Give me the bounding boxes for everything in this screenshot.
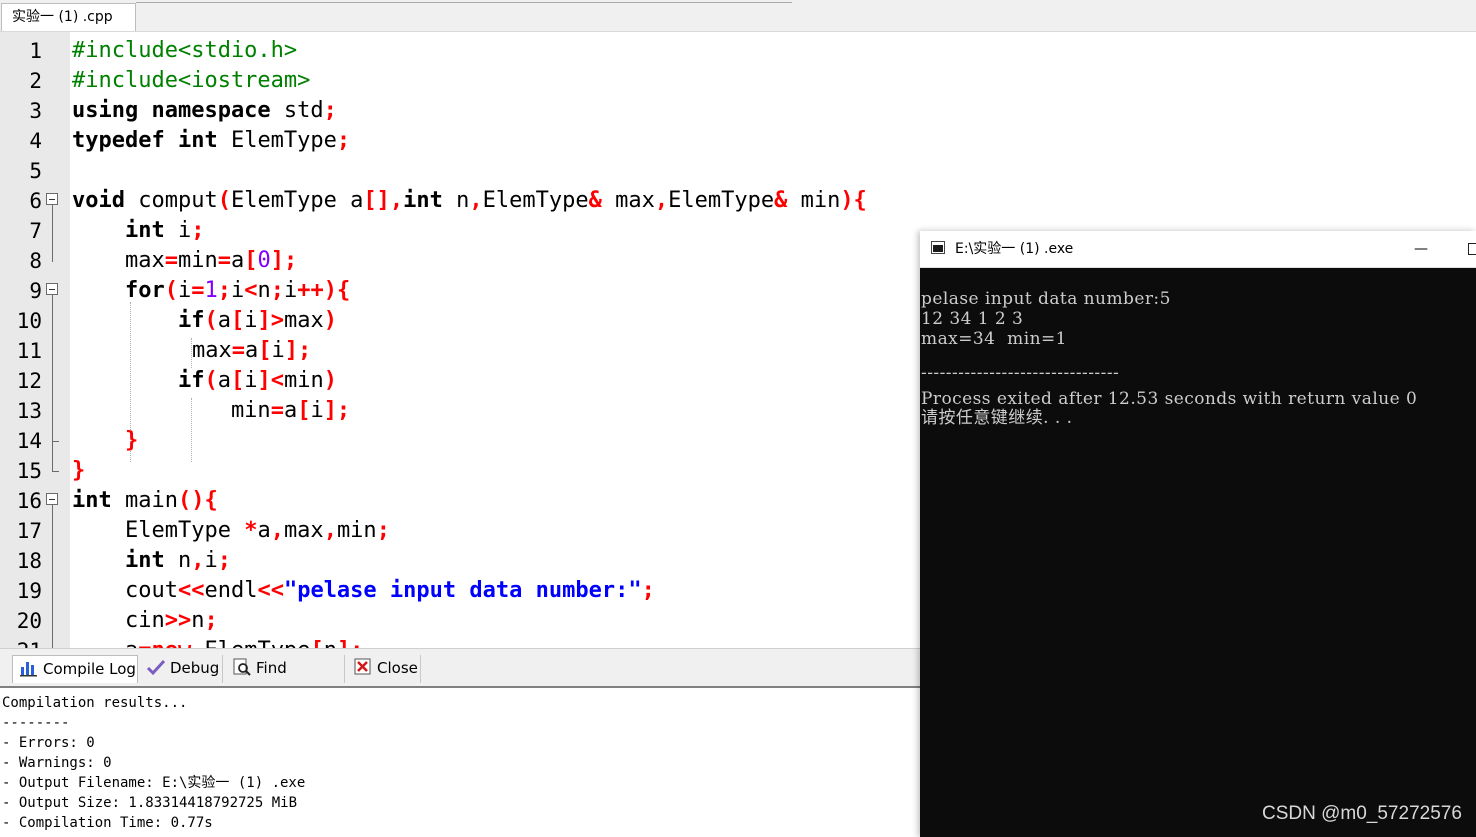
- fold-line: [52, 205, 53, 262]
- log-line: - Output Filename: E:\实验一 (1) .exe: [2, 775, 306, 791]
- find-icon: [233, 658, 251, 676]
- code-line: typedef int ElemType;: [72, 128, 351, 153]
- tab-close[interactable]: Close: [347, 655, 421, 683]
- file-tab[interactable]: 实验一 (1) .cpp: [1, 3, 136, 32]
- line-number: 13: [16, 399, 42, 423]
- line-number: 18: [16, 549, 42, 573]
- chart-icon: [20, 662, 37, 677]
- console-title-bar[interactable]: E:\实验一 (1) .exe —: [920, 231, 1476, 268]
- line-number: 12: [16, 369, 42, 393]
- fold-end-marker: [52, 471, 59, 472]
- maximize-button[interactable]: [1468, 243, 1476, 255]
- line-number: 4: [29, 129, 42, 153]
- minimize-button[interactable]: —: [1413, 233, 1429, 265]
- line-number: 15: [16, 459, 42, 483]
- line-number: 16: [16, 489, 42, 513]
- code-line: }: [72, 458, 86, 483]
- fold-line: [52, 505, 53, 648]
- tab-find-results[interactable]: Find Results: [226, 655, 345, 703]
- log-line: - Errors: 0: [2, 735, 95, 751]
- console-output-line: --------------------------------: [921, 363, 1120, 383]
- log-line: - Compilation Time: 0.77s: [2, 815, 213, 831]
- code-line: cin>>n;: [72, 608, 218, 633]
- line-number: 6: [29, 189, 42, 213]
- console-output-line: 12 34 1 2 3: [921, 309, 1024, 329]
- fold-toggle-icon[interactable]: [46, 193, 58, 205]
- code-line: void comput(ElemType a[],int n,ElemType&…: [72, 188, 867, 213]
- code-line: #include<stdio.h>: [72, 38, 298, 63]
- line-number: 2: [29, 69, 42, 93]
- console-window[interactable]: E:\实验一 (1) .exe — pelase input data numb…: [920, 231, 1476, 837]
- code-line: a=new ElemType[n];: [72, 636, 363, 648]
- tab-bar-border: [136, 2, 792, 3]
- line-number: 7: [29, 219, 42, 243]
- code-line: int n,i;: [124, 548, 231, 573]
- console-output-line: Process exited after 12.53 seconds with …: [921, 389, 1418, 409]
- code-line: #include<iostream>: [72, 68, 311, 93]
- code-line: max=a[i];: [86, 338, 312, 363]
- code-line: if(a[i]<min): [177, 368, 337, 393]
- code-line: using namespace std;: [72, 98, 337, 123]
- watermark: CSDN @m0_57272576: [1262, 803, 1462, 824]
- log-line: - Output Size: 1.83314418792725 MiB: [2, 795, 298, 811]
- editor-tab-bar: 实验一 (1) .cpp: [0, 0, 1476, 32]
- code-line: cout<<endl<<"pelase input data number:";: [72, 578, 655, 603]
- console-output-line: 请按任意键继续. . .: [921, 408, 1073, 428]
- line-number: 19: [16, 579, 42, 603]
- fold-line: [52, 441, 53, 471]
- console-title: E:\实验一 (1) .exe: [955, 241, 1074, 257]
- tab-label: Debug: [170, 659, 220, 677]
- code-line: for(i=1;i<n;i++){: [124, 278, 351, 303]
- code-line: int i;: [124, 218, 205, 243]
- check-icon: [146, 659, 166, 676]
- line-number: 9: [29, 279, 42, 303]
- line-number: 3: [29, 99, 42, 123]
- log-line: Compilation results...: [2, 695, 188, 711]
- line-number: 5: [29, 159, 42, 183]
- code-line: if(a[i]>max): [177, 308, 337, 333]
- line-number: 1: [29, 39, 42, 63]
- console-output-line: max=34 min=1: [921, 329, 1067, 349]
- fold-toggle-icon[interactable]: [46, 283, 58, 295]
- code-line: max=min=a[0];: [72, 248, 298, 273]
- close-icon: [354, 658, 371, 675]
- tab-label: Close: [377, 659, 418, 677]
- console-output-line: pelase input data number:5: [921, 289, 1171, 309]
- fold-end-marker: [52, 441, 59, 442]
- line-number: 11: [16, 339, 42, 363]
- line-number: 20: [16, 609, 42, 633]
- tab-label: Compile Log: [43, 660, 136, 678]
- code-line: ElemType *a,max,min;: [72, 518, 390, 543]
- console-app-icon: [931, 241, 945, 254]
- code-line: min=a[i];: [72, 398, 351, 423]
- line-number: 10: [16, 309, 42, 333]
- line-number: 14: [16, 429, 42, 453]
- line-number: 17: [16, 519, 42, 543]
- tab-debug[interactable]: Debug: [140, 655, 223, 683]
- tab-compile-log[interactable]: Compile Log: [12, 655, 138, 683]
- fold-line: [52, 295, 53, 441]
- log-line: - Warnings: 0: [2, 755, 112, 771]
- log-line: --------: [2, 715, 70, 731]
- code-line: int main(){: [72, 488, 218, 513]
- code-line: }: [124, 428, 139, 453]
- fold-toggle-icon[interactable]: [46, 493, 58, 505]
- line-number: 8: [29, 249, 42, 273]
- line-number: 21: [0, 636, 42, 648]
